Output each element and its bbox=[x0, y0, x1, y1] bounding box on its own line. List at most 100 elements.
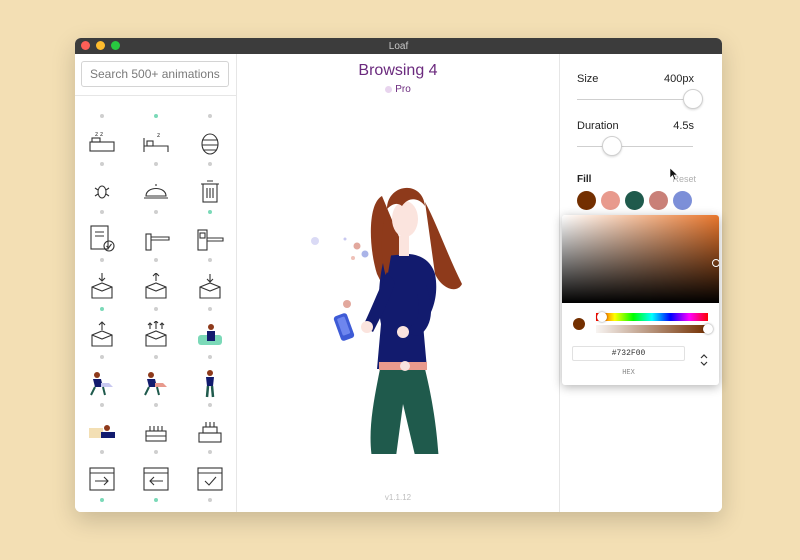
saturation-field[interactable] bbox=[562, 215, 719, 303]
size-slider-knob[interactable] bbox=[683, 89, 703, 109]
beehive-icon bbox=[201, 133, 219, 155]
animation-tile[interactable] bbox=[75, 369, 129, 417]
box-arrow-in-icon bbox=[199, 274, 221, 299]
fill-swatch[interactable] bbox=[577, 191, 596, 210]
version-label: v1.1.12 bbox=[384, 493, 412, 502]
animation-tile[interactable] bbox=[129, 273, 183, 321]
fill-swatch[interactable] bbox=[601, 191, 620, 210]
box-multi-upload-icon bbox=[145, 321, 167, 347]
size-value: 400px bbox=[664, 73, 694, 85]
animation-tile[interactable] bbox=[183, 224, 236, 272]
hex-input[interactable] bbox=[572, 346, 685, 361]
duration-label: Duration bbox=[577, 120, 619, 132]
toll-gate-icon bbox=[197, 229, 224, 251]
status-dot bbox=[208, 162, 212, 166]
size-row: Size 400px bbox=[577, 73, 694, 85]
animation-tile[interactable] bbox=[183, 273, 236, 321]
animation-tile[interactable] bbox=[129, 224, 183, 272]
mouse-cursor-icon bbox=[670, 168, 678, 180]
animation-tile[interactable] bbox=[183, 464, 236, 512]
color-preview-dot bbox=[573, 318, 585, 330]
status-dot bbox=[154, 162, 158, 166]
animation-tile[interactable] bbox=[183, 128, 236, 176]
minimize-window-button[interactable] bbox=[96, 41, 105, 50]
status-dot bbox=[208, 403, 212, 407]
duration-row: Duration 4.5s bbox=[577, 120, 694, 132]
animation-tile[interactable] bbox=[183, 369, 236, 417]
bug-icon bbox=[94, 185, 110, 199]
status-dot bbox=[154, 210, 158, 214]
fill-swatch[interactable] bbox=[673, 191, 692, 210]
animation-library-sidebar: z zz bbox=[75, 54, 237, 512]
status-dot bbox=[208, 450, 212, 454]
search-input[interactable] bbox=[81, 61, 229, 87]
person-couch-icon bbox=[198, 324, 222, 345]
duration-slider-knob[interactable] bbox=[601, 136, 622, 156]
animation-tile[interactable]: z bbox=[129, 128, 183, 176]
animation-tile[interactable] bbox=[129, 176, 183, 224]
hue-slider-knob[interactable] bbox=[596, 312, 607, 322]
color-mode-toggle-icon[interactable] bbox=[699, 352, 709, 368]
calendar-check-icon bbox=[197, 467, 223, 491]
animation-grid[interactable]: z zz bbox=[75, 96, 236, 512]
hue-slider[interactable] bbox=[596, 313, 708, 321]
maximize-window-button[interactable] bbox=[111, 41, 120, 50]
calendar-arrow-right-icon bbox=[89, 467, 115, 491]
fill-label: Fill bbox=[577, 174, 592, 185]
title-bar: Loaf bbox=[75, 38, 722, 54]
status-dot bbox=[154, 114, 158, 118]
animation-tile[interactable] bbox=[75, 416, 129, 464]
fill-swatches bbox=[577, 191, 692, 210]
person-standing-icon bbox=[205, 370, 215, 398]
animation-tile[interactable] bbox=[129, 369, 183, 417]
fill-swatch[interactable] bbox=[625, 191, 644, 210]
fill-swatch[interactable] bbox=[649, 191, 668, 210]
status-dot bbox=[100, 258, 104, 262]
status-dot bbox=[100, 355, 104, 359]
animation-tile[interactable] bbox=[183, 416, 236, 464]
alpha-slider-knob[interactable] bbox=[703, 324, 713, 334]
animation-tile[interactable] bbox=[129, 464, 183, 512]
animation-tile[interactable] bbox=[129, 96, 183, 128]
browsing-woman-illustration bbox=[311, 187, 462, 454]
pro-badge: Pro bbox=[237, 84, 559, 95]
animation-tile[interactable] bbox=[183, 321, 236, 369]
barrier-gate-icon bbox=[145, 233, 170, 251]
status-dot bbox=[208, 210, 212, 214]
duration-slider-track[interactable] bbox=[577, 146, 693, 147]
status-dot bbox=[100, 307, 104, 311]
sleeping-bed-icon: z z bbox=[89, 131, 115, 152]
status-dot bbox=[154, 450, 158, 454]
size-slider-track[interactable] bbox=[577, 99, 693, 100]
animation-tile[interactable] bbox=[75, 464, 129, 512]
box-arrow-down-icon bbox=[91, 273, 113, 299]
color-picker-popover: HEX bbox=[562, 215, 719, 385]
status-dot bbox=[154, 258, 158, 262]
box-upload-icon bbox=[91, 321, 113, 347]
birthday-cake-tall-icon bbox=[198, 422, 222, 443]
alpha-slider[interactable] bbox=[596, 325, 708, 333]
animation-tile[interactable] bbox=[75, 224, 129, 272]
status-dot bbox=[208, 307, 212, 311]
animation-tile[interactable] bbox=[183, 176, 236, 224]
animation-tile[interactable]: z z bbox=[75, 128, 129, 176]
box-partial-icon bbox=[141, 96, 171, 110]
animation-tile[interactable] bbox=[75, 321, 129, 369]
status-dot bbox=[154, 355, 158, 359]
animation-tile[interactable] bbox=[75, 176, 129, 224]
sleeping-bed-alt-icon: z bbox=[143, 132, 169, 152]
animation-tile[interactable] bbox=[183, 96, 236, 128]
person-laptop-icon bbox=[90, 372, 113, 396]
close-window-button[interactable] bbox=[81, 41, 90, 50]
service-bell-icon bbox=[144, 184, 168, 199]
calendar-arrow-left-icon bbox=[143, 467, 169, 491]
animation-tile[interactable] bbox=[129, 416, 183, 464]
person-partial-icon bbox=[195, 96, 225, 110]
animation-tile[interactable] bbox=[75, 273, 129, 321]
animation-tile[interactable] bbox=[75, 96, 129, 128]
status-dot bbox=[100, 210, 104, 214]
animation-tile[interactable] bbox=[129, 321, 183, 369]
status-dot bbox=[100, 450, 104, 454]
status-dot bbox=[154, 403, 158, 407]
saturation-handle[interactable] bbox=[712, 259, 719, 267]
